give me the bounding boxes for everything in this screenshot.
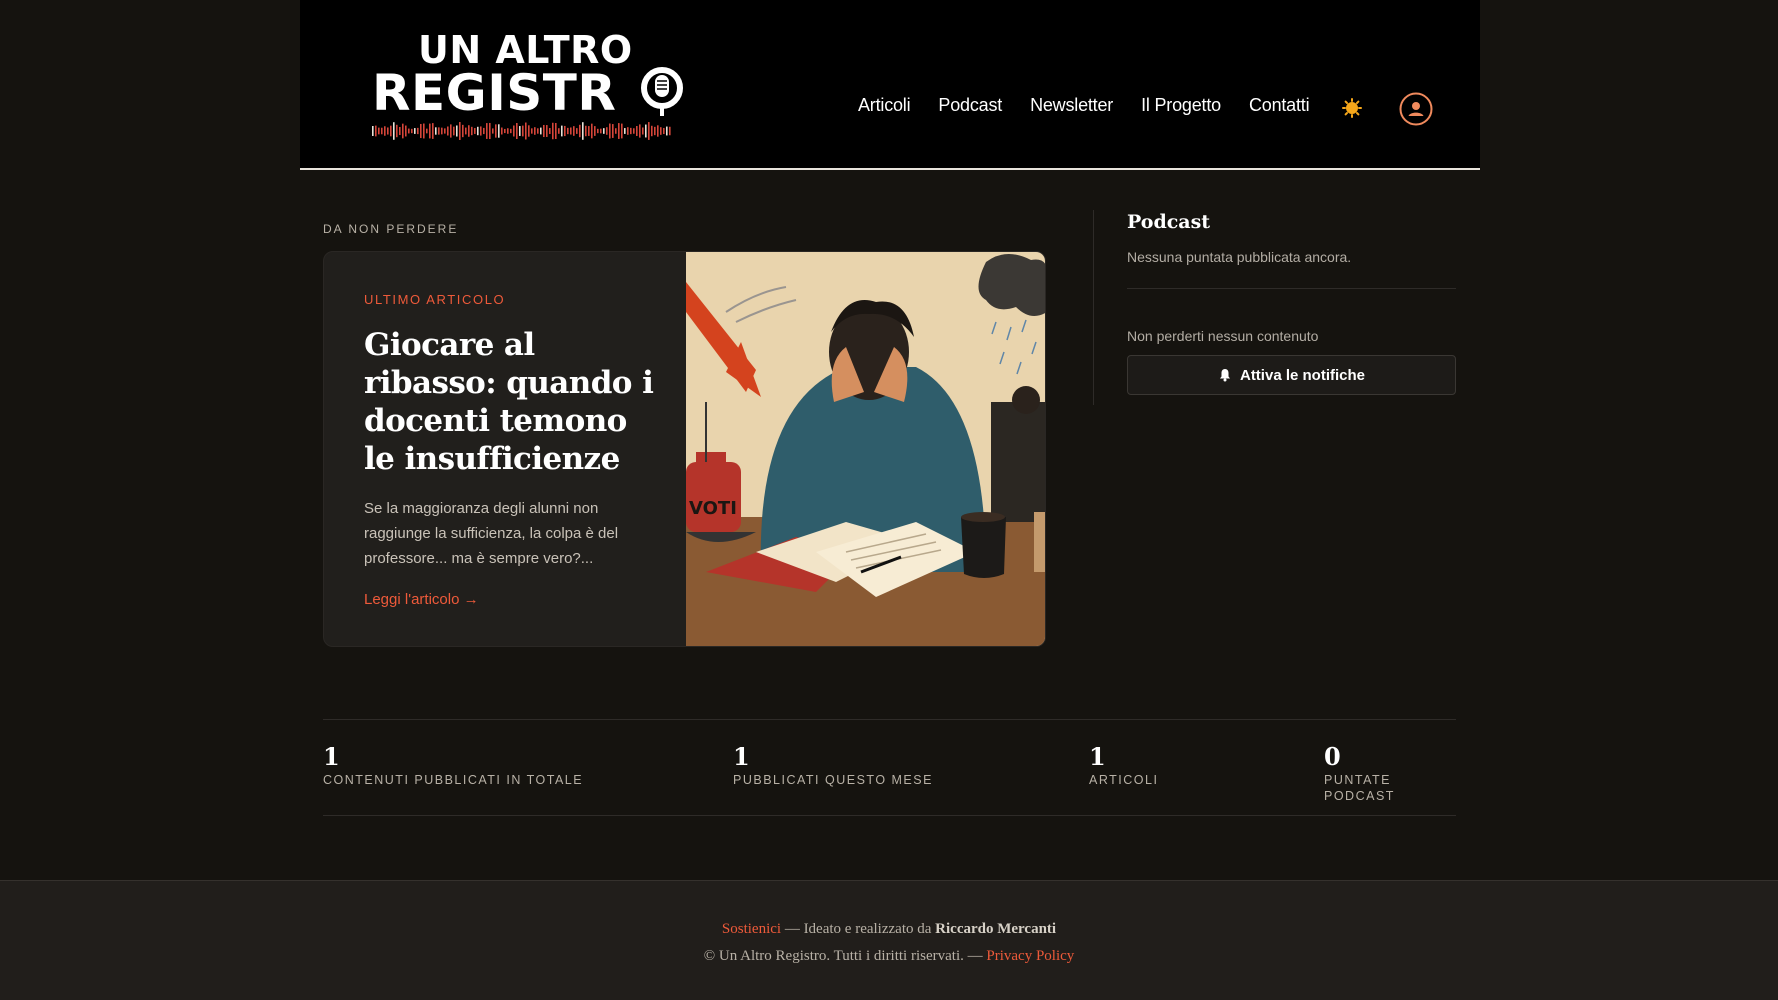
support-link[interactable]: Sostienici: [722, 921, 781, 937]
copyright-text: © Un Altro Registro. Tutti i diritti ris…: [703, 948, 987, 964]
featured-article-card[interactable]: ULTIMO ARTICOLO Giocare al ribasso: quan…: [323, 251, 1046, 647]
bell-icon: [1219, 369, 1230, 382]
nav-item-newsletter[interactable]: Newsletter: [1030, 94, 1113, 116]
hero-title[interactable]: Giocare al ribasso: quando i docenti tem…: [364, 326, 664, 478]
nav-item-podcast[interactable]: Podcast: [938, 94, 1002, 116]
sun-icon[interactable]: [1342, 98, 1362, 118]
footer-credits: Sostienici — Ideato e realizzato da Ricc…: [0, 921, 1778, 938]
logo-line2: REGISTR: [372, 64, 617, 122]
audio-wave-icon: [372, 122, 671, 140]
hero-excerpt: Se la maggioranza degli alunni non raggi…: [364, 500, 619, 567]
privacy-policy-link[interactable]: Privacy Policy: [986, 948, 1074, 964]
article-illustration[interactable]: VOTI: [686, 252, 1046, 647]
main-nav: Articoli Podcast Newsletter Il Progetto …: [858, 94, 1337, 116]
voti-label: VOTI: [689, 498, 737, 519]
stat-podcast-value: 0: [1324, 742, 1341, 771]
stat-podcast-label: PUNTATE PODCAST: [1324, 773, 1395, 803]
sidebar: Podcast Nessuna puntata pubblicata ancor…: [1127, 210, 1456, 395]
podcast-empty-message: Nessuna puntata pubblicata ancora.: [1127, 249, 1352, 265]
stat-articles-value: 1: [1089, 742, 1106, 771]
site-footer: Sostienici — Ideato e realizzato da Ricc…: [0, 880, 1778, 1000]
user-circle-icon[interactable]: [1399, 92, 1433, 126]
stat-month: 1 PUBBLICATI QUESTO MESE: [733, 744, 933, 788]
site-header: UN ALTRO REGISTR Articoli Podcast Newsle…: [300, 0, 1480, 170]
sidebar-divider: [1093, 210, 1094, 405]
stat-month-label: PUBBLICATI QUESTO MESE: [733, 773, 933, 787]
enable-notifications-label: Attiva le notifiche: [1239, 366, 1366, 384]
stat-total-value: 1: [323, 742, 340, 771]
stat-total: 1 CONTENUTI PUBBLICATI IN TOTALE: [323, 744, 583, 788]
notify-subtitle: Non perderti nessun contenuto: [1127, 328, 1319, 344]
hero-text: ULTIMO ARTICOLO Giocare al ribasso: quan…: [364, 292, 664, 609]
nav-item-contatti[interactable]: Contatti: [1249, 94, 1310, 116]
microphone-icon: [641, 67, 683, 116]
stat-articles-label: ARTICOLI: [1089, 773, 1159, 787]
stat-month-value: 1: [733, 742, 750, 771]
section-label: DA NON PERDERE: [323, 222, 459, 236]
sidebar-title: Podcast: [1127, 211, 1211, 233]
hero-kicker: ULTIMO ARTICOLO: [364, 292, 506, 307]
stat-articles: 1 ARTICOLI: [1089, 744, 1158, 788]
enable-notifications-button[interactable]: Attiva le notifiche: [1127, 355, 1456, 395]
stat-podcast: 0 PUNTATE PODCAST: [1324, 744, 1456, 804]
nav-item-articoli[interactable]: Articoli: [858, 94, 911, 116]
stats-bar: 1 CONTENUTI PUBBLICATI IN TOTALE 1 PUBBL…: [323, 719, 1456, 816]
stat-total-label: CONTENUTI PUBBLICATI IN TOTALE: [323, 773, 584, 787]
site-logo[interactable]: UN ALTRO REGISTR: [372, 28, 683, 146]
read-article-link[interactable]: Leggi l'articolo →: [364, 591, 479, 608]
nav-item-progetto[interactable]: Il Progetto: [1141, 94, 1221, 116]
sidebar-separator: [1127, 288, 1456, 289]
footer-copyright: © Un Altro Registro. Tutti i diritti ris…: [0, 948, 1778, 965]
credit-prefix: — Ideato e realizzato da: [781, 921, 936, 937]
author-name: Riccardo Mercanti: [935, 921, 1057, 937]
